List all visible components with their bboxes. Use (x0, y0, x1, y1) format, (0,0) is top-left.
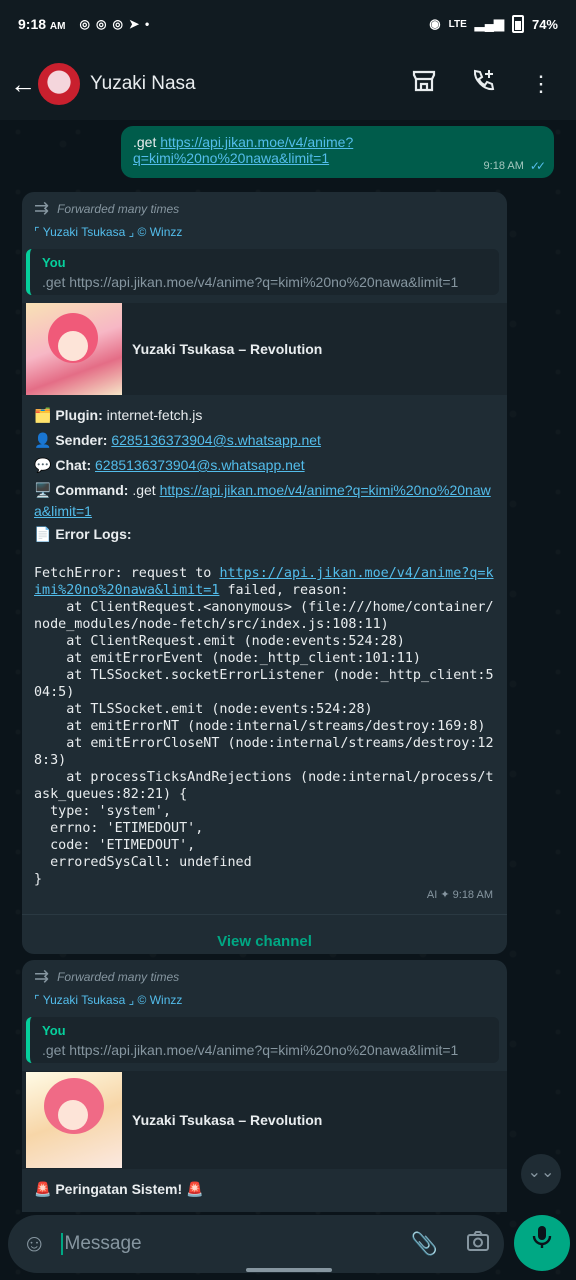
read-ticks-icon: ✓✓ (529, 159, 546, 173)
incoming-message[interactable]: ⇉ Forwarded many times ⌜ Yuzaki Tsukasa ⌟… (22, 960, 507, 1212)
forward-icon: ⇉ (34, 966, 50, 986)
message-meta: 9:18 AM ✓✓ (483, 159, 547, 173)
status-bar: 9:18 AM ◎ ◎ ◎ ➤ • ◉ LTE ▂▄▆ 74% (0, 0, 576, 48)
outgoing-message[interactable]: .get https://api.jikan.moe/v4/anime?q=ki… (121, 126, 554, 178)
status-time: 9:18 AM (18, 16, 66, 32)
more-icon[interactable]: ⋮ (530, 71, 552, 97)
quote-author: You (42, 1023, 66, 1038)
preview-title: Yuzaki Tsukasa – Revolution (132, 1112, 323, 1128)
whatsapp-icon: ◎ (112, 17, 123, 31)
link-preview[interactable]: Yuzaki Tsukasa – Revolution (22, 303, 507, 395)
quote-author: You (42, 255, 66, 270)
quote-text: .get https://api.jikan.moe/v4/anime?q=ki… (42, 1042, 459, 1058)
warning-line: 🚨 Peringatan Sistem! 🚨 (34, 1181, 204, 1197)
avatar[interactable] (38, 63, 80, 105)
sender-link[interactable]: 6285136373904@s.whatsapp.net (111, 432, 321, 448)
whatsapp-business-icon: ◎ (95, 17, 107, 31)
quoted-message[interactable]: You .get https://api.jikan.moe/v4/anime?… (26, 1017, 499, 1063)
forwarded-label: ⇉ Forwarded many times (34, 198, 180, 218)
attach-icon[interactable]: 📎 (411, 1231, 438, 1257)
incoming-message[interactable]: ⇉ Forwarded many times ⌜ Yuzaki Tsukasa ⌟… (22, 192, 507, 954)
message-body: 🚨 Peringatan Sistem! 🚨 (22, 1169, 507, 1202)
telegram-icon: ➤ (128, 17, 139, 31)
back-arrow-icon[interactable]: ← (10, 69, 36, 100)
forwarded-label: ⇉ Forwarded many times (34, 966, 180, 986)
message-meta: AI ✦ 9:18 AM (426, 889, 493, 901)
signal-icon: LTE (448, 18, 467, 30)
preview-thumbnail (26, 1072, 122, 1168)
plugin-line: 🗂️ Plugin: internet-fetch.js (34, 407, 203, 423)
preview-title: Yuzaki Tsukasa – Revolution (132, 341, 323, 357)
message-text: .get https://api.jikan.moe/v4/anime?q=ki… (133, 134, 354, 166)
command-line: 🖥️ Command: .get https://api.jikan.moe/v… (34, 482, 491, 519)
chat-line: 💬 Chat: 6285136373904@s.whatsapp.net (34, 457, 305, 473)
quoted-message[interactable]: You .get https://api.jikan.moe/v4/anime?… (26, 249, 499, 295)
chat-link[interactable]: 6285136373904@s.whatsapp.net (95, 457, 305, 473)
battery-percent: 74% (531, 16, 558, 32)
siren-icon: 🚨 (186, 1181, 204, 1197)
message-composer: ☺ Message 📎 (8, 1215, 504, 1273)
dot-icon: • (145, 17, 150, 31)
preview-thumbnail (26, 303, 122, 395)
link-preview[interactable]: Yuzaki Tsukasa – Revolution (22, 1071, 507, 1169)
error-log: FetchError: request to https://api.jikan… (34, 566, 494, 887)
home-indicator (246, 1268, 332, 1272)
notification-icons: ◎ ◎ ◎ ➤ • (79, 17, 149, 31)
chevron-down-icon: ⌄⌄ (527, 1164, 555, 1181)
camera-icon[interactable] (466, 1230, 490, 1258)
emoji-icon[interactable]: ☺ (22, 1230, 47, 1258)
store-icon[interactable] (412, 70, 436, 98)
message-input[interactable]: Message (60, 1233, 142, 1255)
errorlogs-line: 📄 Error Logs: (34, 526, 132, 542)
chat-header: ← Yuzaki Nasa ⋮ (0, 48, 576, 120)
sender-label: ⌜ Yuzaki Tsukasa ⌟ © Winzz (34, 225, 183, 239)
forward-icon: ⇉ (34, 198, 50, 218)
mic-icon (532, 1226, 552, 1248)
battery-icon (511, 15, 524, 33)
signal-bars-icon: ▂▄▆ (474, 16, 504, 31)
hotspot-icon: ◉ (429, 16, 441, 31)
add-call-icon[interactable] (470, 68, 496, 100)
siren-icon: 🚨 (34, 1181, 52, 1197)
contact-name[interactable]: Yuzaki Nasa (90, 73, 196, 95)
scroll-down-button[interactable]: ⌄⌄ (521, 1154, 561, 1194)
sender-line: 👤 Sender: 6285136373904@s.whatsapp.net (34, 432, 321, 448)
message-link[interactable]: https://api.jikan.moe/v4/anime?q=kimi%20… (133, 134, 353, 166)
mic-button[interactable] (514, 1215, 570, 1271)
whatsapp-icon: ◎ (79, 17, 90, 31)
sender-label: ⌜ Yuzaki Tsukasa ⌟ © Winzz (34, 993, 183, 1007)
message-body: 🗂️ Plugin: internet-fetch.js 👤 Sender: 6… (22, 395, 507, 547)
quote-text: .get https://api.jikan.moe/v4/anime?q=ki… (42, 274, 459, 290)
